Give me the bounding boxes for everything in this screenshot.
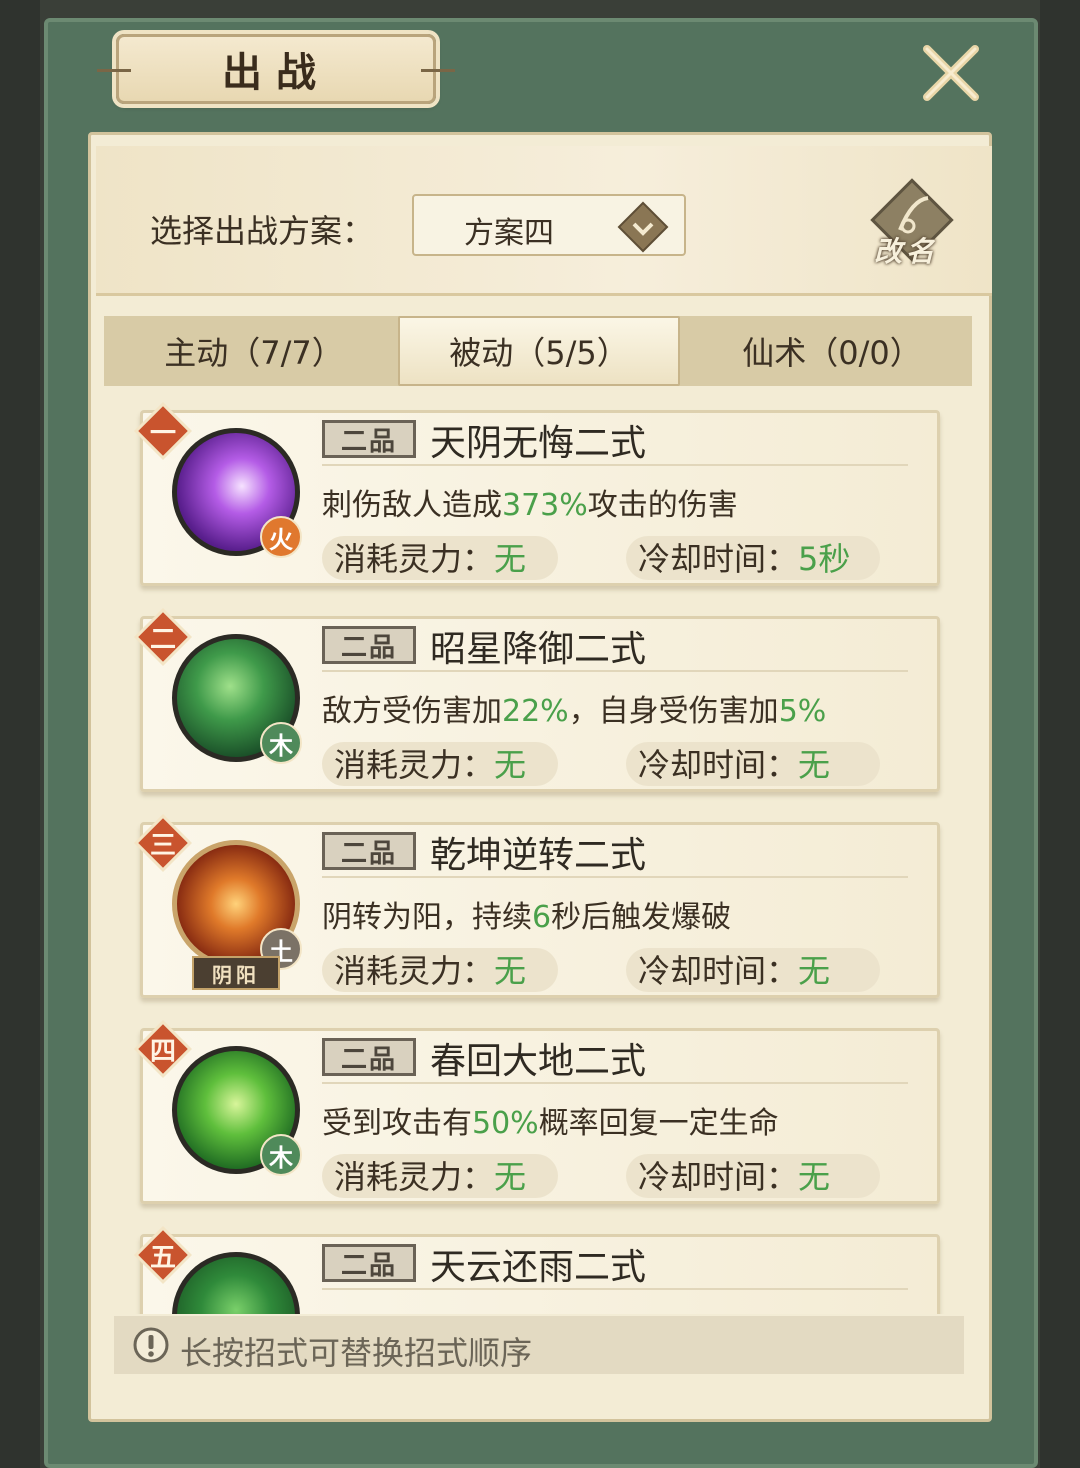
close-button[interactable] [916, 38, 986, 108]
cooldown-text: 冷却时间：无 [638, 952, 831, 990]
diamond-dropdown-icon [617, 201, 669, 253]
exclamation-icon [133, 1327, 169, 1363]
rank-number: 二 [149, 624, 176, 655]
skill-list[interactable]: 一 火 二品 天阴无悔二式 刺伤敌人造成373%攻击的伤害 消耗灵力：无 冷却时… [100, 400, 980, 1314]
plan-selected-value: 方案四 [464, 216, 554, 251]
cost-text: 消耗灵力：无 [334, 746, 527, 784]
plan-dropdown[interactable]: 方案四 [412, 194, 686, 256]
name-divider [322, 876, 908, 878]
element-wood-badge: 木 [260, 722, 302, 764]
cooldown-text: 冷却时间：5秒 [638, 540, 851, 578]
rank-number: 四 [149, 1036, 176, 1067]
grade-badge: 二品 [322, 1038, 416, 1076]
yin-yang-tag: 阴阳 [192, 956, 280, 990]
skill-name: 天阴无悔二式 [430, 423, 647, 464]
tab-passive-skills[interactable]: 被动（5/5） [398, 316, 680, 386]
rename-label: 改名 [874, 235, 939, 268]
rank-number: 五 [149, 1242, 176, 1273]
cooldown-text: 冷却时间：无 [638, 1158, 831, 1196]
skill-name: 春回大地二式 [430, 1041, 647, 1082]
title-tab: 出战 [97, 34, 455, 104]
cost-text: 消耗灵力：无 [334, 952, 527, 990]
tip-text: 长按招式可替换招式顺序 [180, 1334, 533, 1372]
tab-active-skills[interactable]: 主动（7/7） [124, 316, 384, 386]
cooldown-text: 冷却时间：无 [638, 746, 831, 784]
rank-number: 一 [149, 418, 176, 449]
grade-badge: 二品 [322, 832, 416, 870]
skill-desc: 阴转为阳，持续6秒后触发爆破 [322, 900, 732, 935]
grade-badge: 二品 [322, 1244, 416, 1282]
skill-desc: 敌方受伤害加22%，自身受伤害加5% [322, 694, 827, 729]
title-deco-left [97, 69, 131, 72]
tab-label: 仙术（0/0） [742, 334, 922, 372]
name-divider [322, 1288, 908, 1290]
skill-name: 乾坤逆转二式 [430, 835, 647, 876]
tab-label: 被动（5/5） [449, 334, 629, 372]
bg-strip-left [0, 0, 40, 1468]
grade-badge: 二品 [322, 626, 416, 664]
name-divider [322, 464, 908, 466]
element-fire-badge: 火 [260, 516, 302, 558]
skill-tabs: 主动（7/7） 被动（5/5） 仙术（0/0） [104, 316, 972, 386]
name-divider [322, 1082, 908, 1084]
grade-badge: 二品 [322, 420, 416, 458]
element-wood-badge: 木 [260, 1134, 302, 1176]
cost-text: 消耗灵力：无 [334, 540, 527, 578]
tab-immortal-arts[interactable]: 仙术（0/0） [702, 316, 962, 386]
skill-name: 昭星降御二式 [430, 629, 647, 670]
skill-desc: 刺伤敌人造成373%攻击的伤害 [322, 488, 738, 523]
cost-text: 消耗灵力：无 [334, 1158, 527, 1196]
bg-strip-right [1040, 0, 1080, 1468]
page-title: 出战 [222, 50, 330, 96]
rank-number: 三 [149, 830, 176, 861]
title-deco-right [421, 69, 455, 72]
skill-name: 天云还雨二式 [430, 1247, 647, 1288]
tab-label: 主动（7/7） [164, 334, 344, 372]
skill-desc: 受到攻击有50%概率回复一定生命 [322, 1106, 779, 1141]
plan-label: 选择出战方案： [150, 212, 375, 250]
name-divider [322, 670, 908, 672]
close-x-icon [923, 45, 979, 101]
